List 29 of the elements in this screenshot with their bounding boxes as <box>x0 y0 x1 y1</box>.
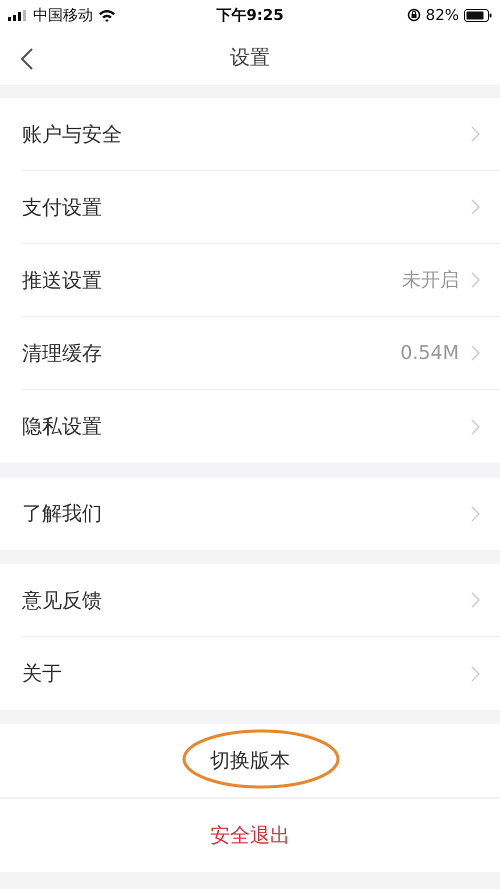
battery-percent: 82% <box>426 6 459 24</box>
settings-row[interactable]: 隐私设置 <box>22 390 500 463</box>
row-label: 隐私设置 <box>22 413 103 440</box>
row-label: 账户与安全 <box>22 120 123 148</box>
carrier-text: 中国移动 <box>33 6 93 24</box>
settings-row[interactable]: 关于 <box>22 637 500 710</box>
row-label: 意见反馈 <box>22 586 103 614</box>
chevron-icon <box>471 272 480 288</box>
page-title: 设置 <box>230 44 270 71</box>
clock-text: 下午9:25 <box>216 6 284 24</box>
row-value: 0.54M <box>400 342 459 364</box>
row-value: 未开启 <box>402 268 459 293</box>
chevron-icon <box>471 666 480 682</box>
row-label: 推送设置 <box>22 266 103 294</box>
chevron-icon <box>471 418 480 434</box>
chevron-icon <box>471 345 480 361</box>
row-label: 关于 <box>22 660 63 687</box>
battery-icon <box>464 8 492 22</box>
row-label: 了解我们 <box>22 500 103 527</box>
chevron-icon <box>471 592 480 608</box>
rotation-lock-icon <box>406 8 421 22</box>
wifi-icon <box>98 8 116 22</box>
row-label: 支付设置 <box>22 194 103 220</box>
logout-button[interactable]: 安全退出 <box>190 816 310 855</box>
chevron-icon <box>471 506 480 522</box>
row-label: 清理缓存 <box>22 340 103 366</box>
chevron-icon <box>471 199 480 215</box>
signal-icon <box>8 10 28 20</box>
chevron-icon <box>471 126 480 142</box>
